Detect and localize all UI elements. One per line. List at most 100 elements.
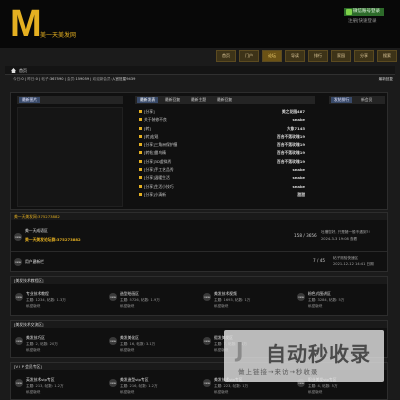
forum-name[interactable]: 美发美化区	[120, 335, 139, 341]
tab-latest-posts[interactable]: 最新发表	[137, 97, 159, 103]
last-post-title[interactable]: 吐槽您好, 只是猪一般不遇到?!	[321, 230, 370, 235]
thread-author[interactable]: 百合不落玫瑰19	[277, 149, 305, 156]
nav-ranking[interactable]: 排行	[308, 50, 328, 62]
board-cell[interactable]: new 英发技术vip专区 主题: 213, 帖数: 1.2万 私密版块	[15, 373, 105, 399]
forum-icon: new	[109, 337, 117, 345]
stats-bar: 今日:0 | 昨日:0 | 帖子:367590 | 会员:159059 | 欢迎…	[5, 76, 395, 84]
forum-name[interactable]: 美发技术视频	[214, 291, 237, 297]
thread-title[interactable]: [转]	[144, 125, 151, 132]
register-link[interactable]: 注册|快速登录	[348, 18, 377, 24]
thread-title[interactable]: [分享]3D虚拟秀	[144, 158, 171, 165]
thread-author[interactable]: 百合不落玫瑰19	[277, 141, 305, 148]
thread-row[interactable]: [分享]小清新 甜甜	[139, 191, 305, 199]
forum-icon: new	[109, 293, 117, 301]
thread-row[interactable]: 关于装修不良 snake	[139, 116, 305, 124]
thread-author[interactable]: 百合不落玫瑰19	[277, 133, 305, 140]
tab-latest-replies[interactable]: 最新回复	[165, 97, 180, 103]
image-title[interactable]: 最新图片	[19, 97, 41, 103]
ranking-header: 发帖排行 新会员	[329, 96, 385, 104]
tab-new-members[interactable]: 新会员	[361, 97, 372, 103]
nav-forum[interactable]: 论坛	[262, 50, 282, 62]
login-label: 微信账号登录	[353, 9, 380, 14]
nav-home-space[interactable]: 家园	[331, 50, 351, 62]
home-icon[interactable]	[11, 68, 16, 73]
thread-title[interactable]: [分享]三角洲保护膜	[144, 141, 177, 148]
board-cell[interactable]: new 粉色式图讲区 主题: 3284, 帖数: 5万 私密版块	[297, 287, 387, 313]
thread-row[interactable]: [分享]温暖生活 snake	[139, 174, 305, 182]
forum-name[interactable]: 美发造型vip专区	[120, 377, 149, 383]
site-logo[interactable]: M	[10, 5, 42, 43]
board-cell[interactable]: new 美发造型vip专区 主题: 216, 帖数: 1.2万 私密版块	[109, 373, 199, 399]
thread-title[interactable]: 关于装修不良	[144, 116, 167, 123]
thread-row[interactable]: [分享] 美之花园487	[139, 108, 305, 116]
watermark-subtext: 做上链接→来访→秒收录	[238, 368, 319, 376]
wechat-icon	[346, 9, 352, 15]
forum-name[interactable]: 英发技术vip专区	[26, 377, 55, 383]
last-post-title[interactable]: 帖子测验快速区	[333, 256, 358, 261]
board-cell[interactable]: new 美发技巧区 主题: 2, 帖数: 20万 私密版块	[15, 331, 105, 357]
thread-row[interactable]: [转] 大象7145	[139, 125, 305, 133]
forum-name[interactable]: 美一天成语区	[25, 228, 48, 234]
nav-portal[interactable]: 门户	[239, 50, 259, 62]
thread-author[interactable]: snake	[292, 166, 305, 173]
nav-home[interactable]: 首页	[216, 50, 236, 62]
thread-row[interactable]: [转帖]雷鸟精 百合不落玫瑰19	[139, 149, 305, 157]
thread-title[interactable]: [分享]手工艺品秀	[144, 166, 174, 173]
thread-row[interactable]: [分享]3D虚拟秀 百合不落玫瑰19	[139, 158, 305, 166]
nav-search[interactable]: 搜索	[377, 50, 397, 62]
wechat-login-button[interactable]: 微信账号登录	[344, 8, 384, 16]
forum-name[interactable]: 造型绘画区	[120, 291, 139, 297]
forum-name[interactable]: 用户建新栏	[25, 259, 44, 265]
ranking-title[interactable]: 发帖排行	[331, 97, 353, 103]
last-post-time: 2024-3-3 19:08 查看	[321, 237, 358, 241]
breadcrumb[interactable]: 首页	[19, 68, 27, 74]
section-header[interactable]: 美一天美发网:375273882	[11, 213, 387, 220]
thread-title[interactable]: [分享]温暖生活	[144, 174, 170, 181]
thread-author[interactable]: 百合不落玫瑰19	[277, 158, 305, 165]
stat-label-welcome: 欢迎新会员:	[92, 77, 112, 81]
thread-bullet-icon	[139, 118, 142, 122]
thread-author[interactable]: snake	[292, 116, 305, 123]
board-cell[interactable]: new 造型绘画区 主题: 5726, 帖数: 1.9万 私密版块	[109, 287, 199, 313]
forum-stats: 主题: 16, 帖数: 3.1万	[120, 342, 156, 346]
forum-name[interactable]: 专业技术教程	[26, 291, 49, 297]
thread-author[interactable]: snake	[292, 183, 305, 190]
stat-value-members: 159059	[75, 77, 90, 81]
recent-replies-link[interactable]: 最新回复	[379, 77, 393, 82]
section-header[interactable]: [美发技术交流区]	[11, 321, 387, 328]
thread-title[interactable]: [转]宏观	[144, 133, 158, 140]
thread-author[interactable]: 大象7145	[287, 125, 305, 132]
thread-author[interactable]: snake	[292, 174, 305, 181]
breadcrumb-bar: 首页	[5, 66, 395, 75]
thread-bullet-icon	[139, 176, 142, 180]
site-header: M 美一天美发网 微信账号登录 注册|快速登录	[0, 0, 400, 48]
thread-row[interactable]: [分享]生活小技巧 snake	[139, 183, 305, 191]
latest-image[interactable]	[17, 107, 123, 207]
forum-moderator: 私密版块	[308, 304, 323, 308]
thread-author[interactable]: 美之花园487	[282, 108, 305, 115]
thread-title[interactable]: [分享]	[144, 108, 155, 115]
thread-row[interactable]: [分享]手工艺品秀 snake	[139, 166, 305, 174]
board-cell[interactable]: new 专业技术教程 主题: 1234, 帖数: 1.3万 私密版块	[15, 287, 105, 313]
thread-row[interactable]: [分享]三角洲保护膜 百合不落玫瑰19	[139, 141, 305, 149]
thread-title[interactable]: [转帖]雷鸟精	[144, 149, 166, 156]
board-cell[interactable]: new 美发美化区 主题: 16, 帖数: 3.1万 私密版块	[109, 331, 199, 357]
board-cell[interactable]: new 美发技术视频 主题: 1693, 帖数: 1万 私密版块	[203, 287, 293, 313]
nav-share[interactable]: 分享	[354, 50, 374, 62]
thread-row[interactable]: [转]宏观 百合不落玫瑰19	[139, 133, 305, 141]
newest-member-link[interactable]: 入宫狂星9439	[112, 77, 136, 81]
forum-name[interactable]: 美发技巧区	[26, 335, 45, 341]
nav-guide[interactable]: 导读	[285, 50, 305, 62]
thread-title[interactable]: [分享]生活小技巧	[144, 183, 174, 190]
forum-desc[interactable]: 美一天美发论坛群:375273882	[25, 237, 81, 243]
forum-name[interactable]: 粉色式图讲区	[308, 291, 331, 297]
thread-bullet-icon	[139, 184, 142, 188]
thread-title[interactable]: [分享]小清新	[144, 191, 166, 198]
thread-author[interactable]: 甜甜	[297, 191, 305, 198]
section-header[interactable]: [美发技术教程区]	[11, 277, 387, 284]
thread-bullet-icon	[139, 134, 142, 138]
tab-latest-replies-2[interactable]: 最新回复	[217, 97, 232, 103]
tab-latest-topics[interactable]: 最新主题	[191, 97, 206, 103]
stat-label-yesterday: 昨日:	[27, 77, 36, 81]
thread-bullet-icon	[139, 159, 142, 163]
